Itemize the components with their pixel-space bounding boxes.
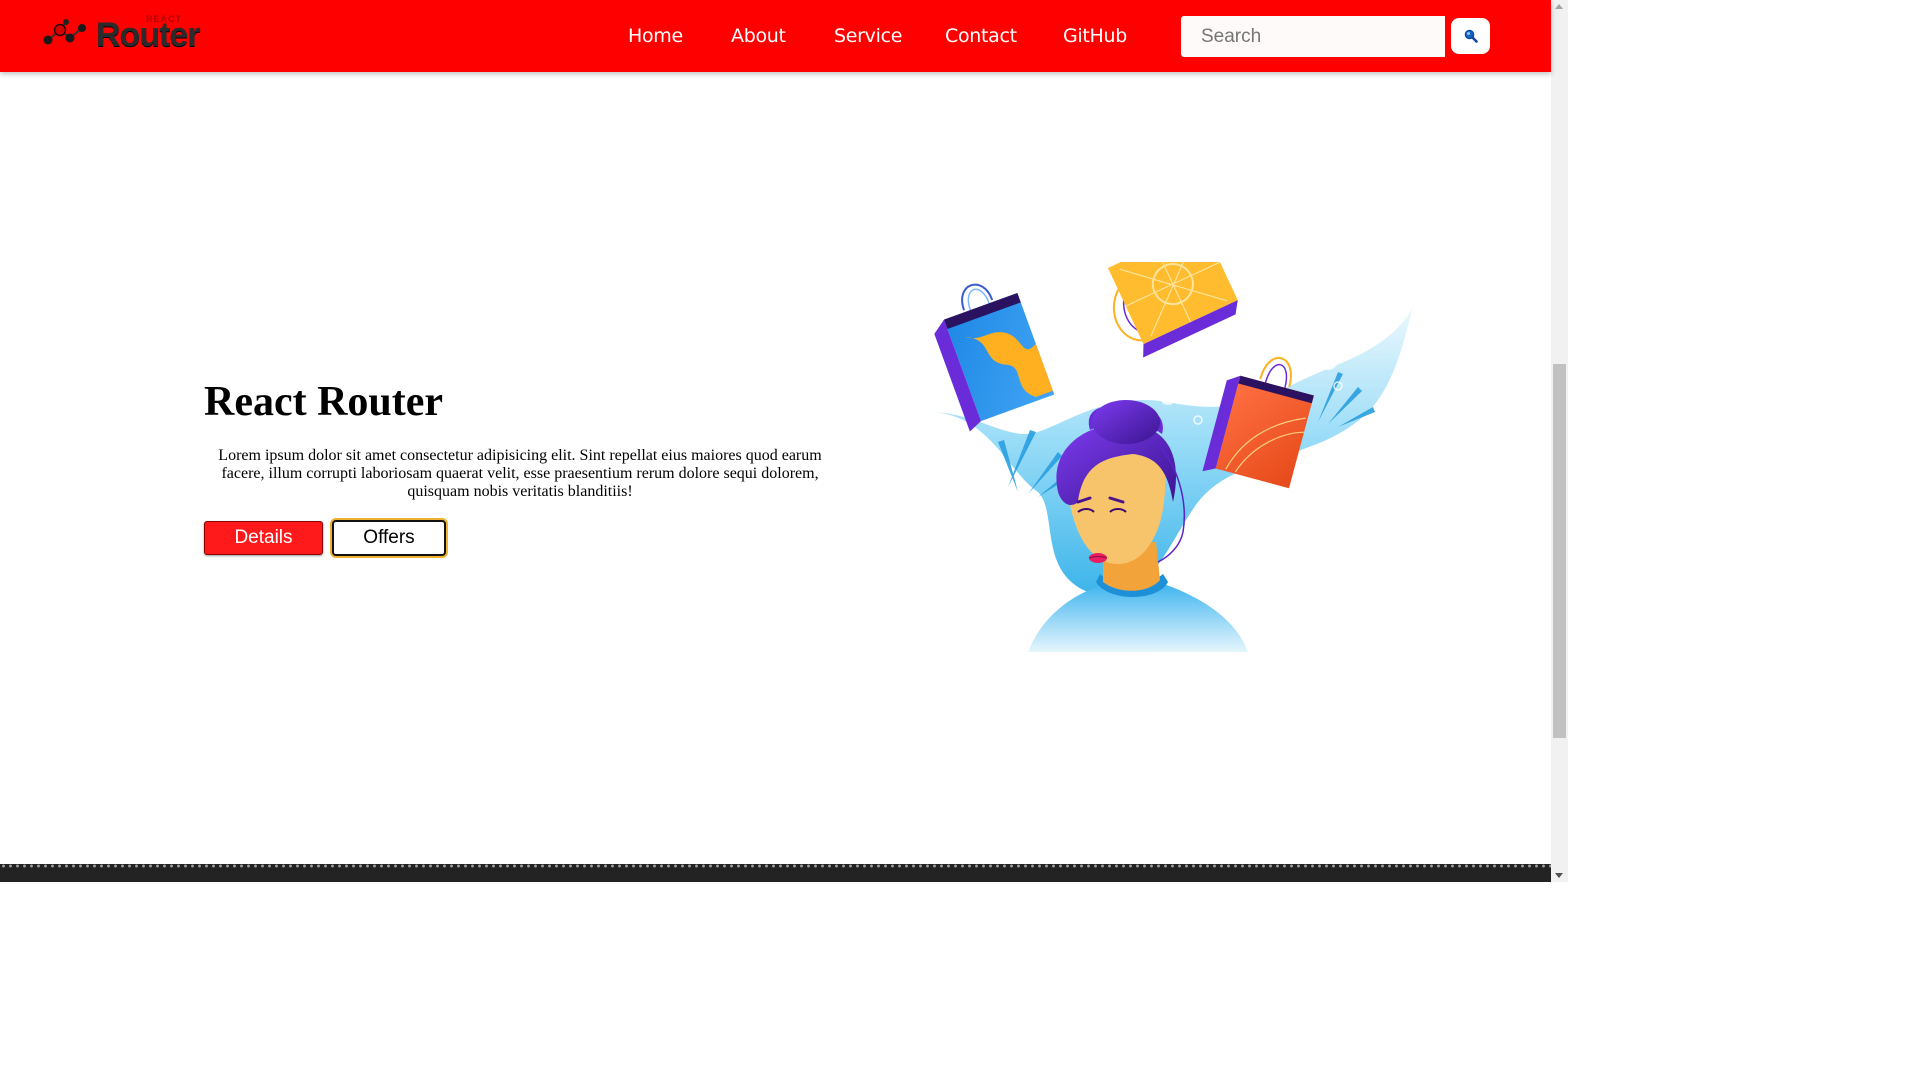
scroll-down-arrow-icon[interactable]: [1555, 873, 1563, 878]
search-button[interactable]: [1451, 18, 1490, 54]
woman-shopping-bags-illustration: [928, 262, 1413, 652]
nav-link-contact[interactable]: Contact: [945, 22, 1017, 50]
nav-link-about[interactable]: About: [731, 22, 786, 50]
scrollbar-thumb[interactable]: [1553, 364, 1566, 738]
footer-dots-border: [0, 864, 1551, 868]
nav-link-github[interactable]: GitHub: [1063, 22, 1127, 50]
scroll-up-arrow-icon[interactable]: [1555, 4, 1563, 9]
page-scrollbar[interactable]: [1551, 0, 1568, 882]
hero-description: Lorem ipsum dolor sit amet consectetur a…: [218, 447, 822, 500]
navbar: REACT Router Home About Service Contact …: [0, 0, 1551, 72]
nav-link-home[interactable]: Home: [628, 22, 683, 50]
brand-name: Router: [96, 16, 201, 54]
nav-link-service[interactable]: Service: [834, 22, 902, 50]
footer-edge: [0, 864, 1551, 882]
offers-button[interactable]: Offers: [332, 520, 446, 556]
search-input[interactable]: [1181, 16, 1445, 57]
search-icon: [1464, 29, 1478, 43]
details-button[interactable]: Details: [204, 521, 323, 555]
molecule-logo-icon: [43, 19, 86, 45]
brand-logo[interactable]: REACT Router: [42, 14, 214, 54]
hero-title: React Router: [204, 379, 444, 425]
